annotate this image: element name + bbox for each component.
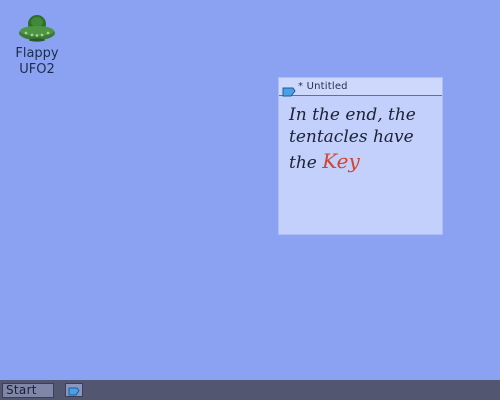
start-button[interactable]: Start xyxy=(2,383,54,398)
note-icon xyxy=(282,82,296,96)
note-canvas[interactable]: In the end, the tentacles have the Key xyxy=(289,104,437,224)
desktop-icon-flappy-ufo2[interactable]: Flappy UFO2 xyxy=(10,12,64,78)
note-icon xyxy=(68,381,80,400)
ufo-icon xyxy=(17,12,57,46)
note-title: * Untitled xyxy=(298,81,348,92)
desktop[interactable]: Flappy UFO2 * Untitled In the end, the t… xyxy=(0,0,500,380)
desktop-icon-label: Flappy UFO2 xyxy=(15,46,59,77)
note-text-line: the Key xyxy=(289,150,437,174)
note-titlebar[interactable]: * Untitled xyxy=(279,78,442,96)
start-label: Start xyxy=(6,383,37,397)
note-text-line: In the end, the xyxy=(289,105,416,125)
note-text-highlight: Key xyxy=(322,149,360,173)
taskbar-item-note[interactable] xyxy=(65,383,83,397)
note-text-prefix: the xyxy=(289,153,323,173)
note-window[interactable]: * Untitled In the end, the tentacles hav… xyxy=(278,77,443,235)
note-text-line: tentacles have xyxy=(289,127,414,147)
